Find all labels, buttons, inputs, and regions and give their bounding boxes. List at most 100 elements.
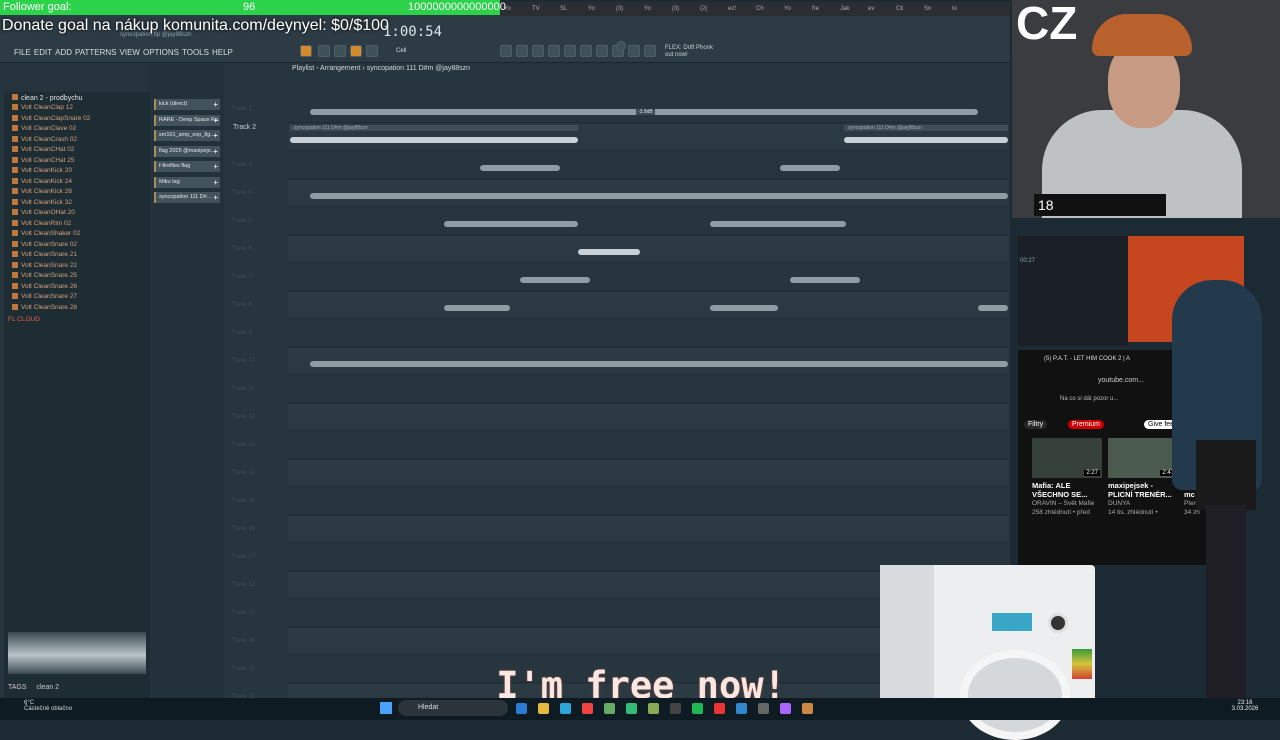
audio-clip-waveform[interactable] (578, 249, 640, 255)
pattern-add-icon[interactable]: + (213, 130, 218, 141)
track-number-label[interactable]: Track 13 (232, 442, 282, 448)
stop-button[interactable] (334, 45, 346, 57)
tab[interactable]: Yo (784, 2, 808, 16)
taskbar-app-icon[interactable] (670, 703, 681, 714)
chip-premium[interactable]: Premium (1068, 420, 1105, 429)
track-number-label[interactable]: Track 19 (232, 610, 282, 616)
playlist-track-lane[interactable] (288, 432, 1008, 459)
browser-sample-item[interactable]: Volt CleanSnare 26 (12, 283, 77, 290)
pattern-item[interactable]: Miku tag + (154, 176, 220, 188)
taskbar-clock[interactable]: 23:16 3.03.2026 (1228, 700, 1262, 718)
track-number-label[interactable]: Track 10 (232, 358, 282, 364)
taskbar-app-icon[interactable] (714, 703, 725, 714)
playlist-track-lane[interactable] (288, 404, 1008, 431)
track-number-label[interactable]: Track 14 (232, 470, 282, 476)
browser-sample-item[interactable]: Volt CleanKick 24 (12, 178, 72, 185)
taskbar-app-icon[interactable] (626, 703, 637, 714)
taskbar-app-icon[interactable] (692, 703, 703, 714)
audio-clip-waveform[interactable] (310, 361, 1008, 367)
tab[interactable]: fre (812, 2, 836, 16)
browser-sample-item[interactable]: Volt CleanSnare 22 (12, 262, 77, 269)
track-number-label[interactable]: Track 18 (232, 582, 282, 588)
audio-clip-waveform[interactable] (310, 193, 1008, 199)
menu-options[interactable]: OPTIONS (143, 48, 179, 57)
video-channel[interactable]: DUNYA (1108, 499, 1178, 508)
pattern-add-icon[interactable]: + (213, 161, 218, 172)
pattern-item[interactable]: RARE - Deep Space Re... + (154, 114, 220, 126)
browser-sample-item[interactable]: Volt CleanKick 26 (12, 188, 72, 195)
taskbar-search[interactable]: Hledat (398, 700, 508, 716)
taskbar-app-icon[interactable] (736, 703, 747, 714)
mixer-view-button[interactable] (596, 45, 608, 57)
menu-add[interactable]: ADD (55, 48, 72, 57)
browser-sample-item[interactable]: Volt CleanSnare 25 (12, 272, 77, 279)
piano-roll-button[interactable] (548, 45, 560, 57)
playlist-track-lane[interactable] (288, 264, 1008, 291)
tab[interactable]: SL (560, 2, 584, 16)
selected-clip-title[interactable]: syncopation 111 D#m @jay88szn (290, 125, 578, 131)
audio-clip-waveform[interactable] (710, 305, 778, 311)
track-number-label[interactable]: Track 8 (232, 302, 282, 308)
browser-sample-item[interactable]: Volt CleanClapSnare 02 (12, 115, 90, 122)
browser-sample-item[interactable]: Volt CleanSnare 27 (12, 293, 77, 300)
browser-sample-item[interactable]: Volt CleanSnare 21 (12, 251, 77, 258)
tab[interactable]: ev (868, 2, 892, 16)
video-thumbnail[interactable]: 2:27 (1032, 438, 1102, 478)
audio-clip-waveform[interactable] (780, 165, 840, 171)
video-thumbnail[interactable]: 2:47 (1108, 438, 1178, 478)
snap-button[interactable] (500, 45, 512, 57)
tab[interactable]: to (952, 2, 976, 16)
playlist-track-lane[interactable] (288, 460, 1008, 487)
pattern-song-toggle[interactable] (300, 45, 312, 57)
pattern-add-icon[interactable]: + (213, 192, 218, 203)
video-title[interactable]: maxipejsek - PLICNÍ TRENÉR... (1108, 481, 1178, 499)
playlist-track-lane[interactable] (288, 516, 1008, 543)
track-number-label[interactable]: Track 4 (232, 190, 282, 196)
tab[interactable]: Yo (644, 2, 668, 16)
taskbar-app-icon[interactable] (802, 703, 813, 714)
menu-edit[interactable]: EDIT (34, 48, 52, 57)
taskbar-app-icon[interactable] (604, 703, 615, 714)
fl-cloud-item[interactable]: FL CLOUD (8, 316, 40, 323)
audio-clip-waveform[interactable] (290, 137, 578, 143)
browser-folder[interactable]: clean 2 - prodbychu (12, 94, 82, 102)
chip-filters[interactable]: Filtry (1024, 420, 1048, 429)
render-button[interactable] (644, 45, 656, 57)
browser-sample-item[interactable]: Volt CleanSnare 02 (12, 241, 77, 248)
yt-tab-title[interactable]: (5) P.A.T. - LET HIM COOK 2 | A (1044, 356, 1130, 362)
track-2-label[interactable]: Track 2 (233, 124, 256, 131)
save-button[interactable] (628, 45, 640, 57)
track-number-label[interactable]: Track 1 (232, 106, 282, 112)
track-number-label[interactable]: Track 5 (232, 218, 282, 224)
video-title[interactable]: Mafia: ALE VŠECHNO SE... (1032, 481, 1102, 499)
track-number-label[interactable]: Track 3 (232, 162, 282, 168)
playlist-track-lane[interactable] (288, 376, 1008, 403)
video-card[interactable]: 2:47 maxipejsek - PLICNÍ TRENÉR... DUNYA… (1108, 438, 1178, 517)
audio-clip-waveform[interactable] (978, 305, 1008, 311)
browser-sample-item[interactable]: Volt CleanRim 02 (12, 220, 71, 227)
browser-sample-item[interactable]: Volt CleanClave 02 (12, 125, 76, 132)
track-number-label[interactable]: Track 15 (232, 498, 282, 504)
menu-view[interactable]: VIEW (120, 48, 140, 57)
audio-clip-waveform[interactable] (520, 277, 590, 283)
audio-clip-waveform[interactable] (444, 305, 510, 311)
pattern-add-icon[interactable]: + (213, 99, 218, 110)
browser-sample-item[interactable]: Volt CleanSnare 28 (12, 304, 77, 311)
browser-sample-item[interactable]: Volt CleanKick 32 (12, 199, 72, 206)
tab[interactable]: Ch (756, 2, 780, 16)
audio-clip-waveform[interactable] (480, 165, 560, 171)
tab[interactable]: Sn (924, 2, 948, 16)
menu-patterns[interactable]: PATTERNS (75, 48, 116, 57)
browser-button[interactable] (564, 45, 576, 57)
playlist-track-lane[interactable] (288, 320, 1008, 347)
channel-rack-button[interactable] (532, 45, 544, 57)
audio-clip-waveform[interactable] (444, 221, 578, 227)
track-number-label[interactable]: Track 9 (232, 330, 282, 336)
taskbar-app-icon[interactable] (538, 703, 549, 714)
tab[interactable]: (3) (672, 2, 696, 16)
tab[interactable]: Cti (896, 2, 920, 16)
tab[interactable]: (2( (700, 2, 724, 16)
windows-start-icon[interactable] (380, 702, 392, 714)
pattern-item[interactable]: flag 2025 @maxipejs... + (154, 145, 220, 157)
taskbar-app-icon[interactable] (758, 703, 769, 714)
